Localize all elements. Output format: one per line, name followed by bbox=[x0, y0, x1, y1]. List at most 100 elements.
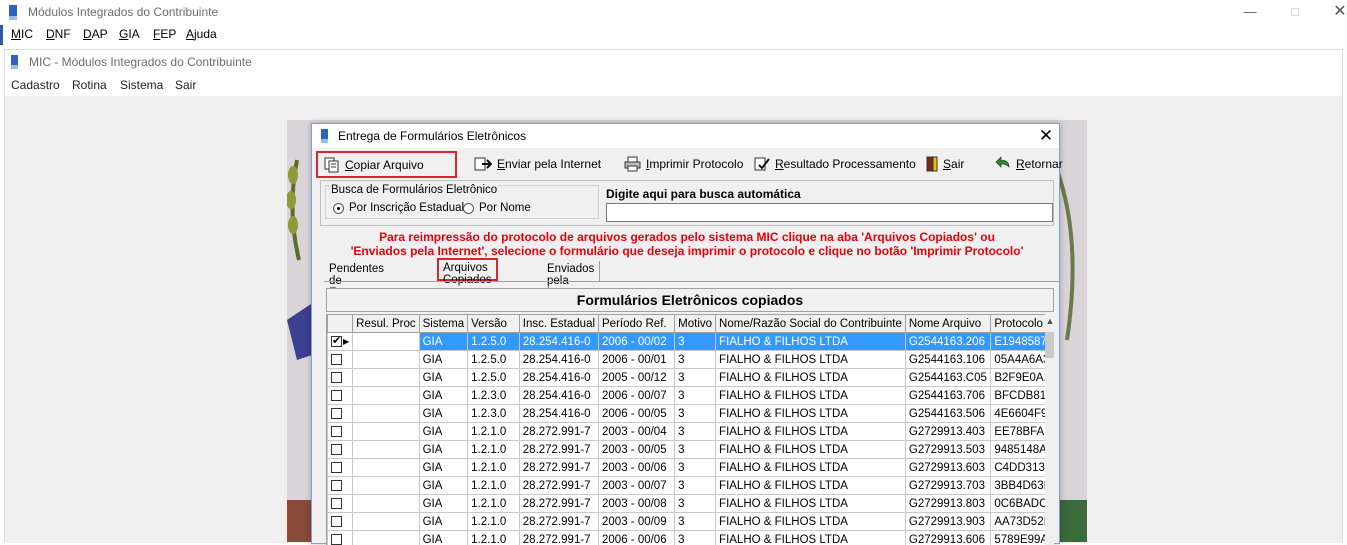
row-checkbox[interactable] bbox=[331, 336, 342, 347]
row-checkbox[interactable] bbox=[331, 444, 342, 455]
menu-cadastro[interactable]: Cadastro bbox=[11, 78, 60, 92]
cell-nome: FIALHO & FILHOS LTDA bbox=[716, 405, 906, 423]
tab-enviados[interactable]: Enviados pela Internet bbox=[542, 261, 600, 281]
exit-button[interactable]: Sair bbox=[920, 152, 970, 176]
row-checkbox[interactable] bbox=[331, 372, 342, 383]
row-checkbox-cell[interactable] bbox=[328, 459, 353, 477]
row-checkbox[interactable] bbox=[331, 462, 342, 473]
menu-sair[interactable]: Sair bbox=[175, 78, 196, 92]
row-checkbox-cell[interactable] bbox=[328, 477, 353, 495]
menu-ajuda[interactable]: Ajuda bbox=[186, 27, 217, 41]
table-row[interactable]: GIA1.2.1.028.272.991-72003 - 00/063FIALH… bbox=[328, 459, 1054, 477]
row-checkbox[interactable] bbox=[331, 408, 342, 419]
col-header-insc[interactable]: Insc. Estadual bbox=[519, 315, 598, 333]
row-checkbox-cell[interactable] bbox=[328, 351, 353, 369]
cell-motivo: 3 bbox=[675, 495, 716, 513]
table-row[interactable]: GIA1.2.1.028.272.991-72003 - 00/083FIALH… bbox=[328, 495, 1054, 513]
scroll-up-icon[interactable]: ▲ bbox=[1045, 316, 1054, 330]
menu-fep[interactable]: FEP bbox=[153, 27, 176, 41]
send-internet-button[interactable]: Enviar pela Internet bbox=[468, 152, 607, 176]
cell-insc: 28.272.991-7 bbox=[519, 423, 598, 441]
cell-resul bbox=[353, 531, 419, 545]
tab-arquivos-copiados[interactable]: Arquivos Copiados bbox=[437, 258, 498, 281]
col-header-motivo[interactable]: Motivo bbox=[675, 315, 716, 333]
col-header-resul[interactable]: Resul. Proc bbox=[353, 315, 419, 333]
cell-sistema: GIA bbox=[419, 495, 468, 513]
copy-file-button[interactable]: Copiar Arquivo bbox=[316, 151, 457, 178]
radio-inscricao-dot[interactable] bbox=[333, 203, 344, 214]
grid-scrollbar[interactable]: ▲ bbox=[1045, 314, 1054, 545]
result-processing-button[interactable]: Resultado Processamento bbox=[748, 152, 922, 176]
scrollbar-thumb[interactable] bbox=[1045, 332, 1054, 358]
row-checkbox[interactable] bbox=[331, 534, 342, 545]
cell-motivo: 3 bbox=[675, 459, 716, 477]
row-checkbox-cell[interactable] bbox=[328, 387, 353, 405]
col-header-periodo[interactable]: Período Ref. bbox=[599, 315, 675, 333]
print-protocol-button[interactable]: Imprimir Protocolo bbox=[618, 152, 749, 176]
cell-sistema: GIA bbox=[419, 405, 468, 423]
table-row[interactable]: GIA1.2.1.028.272.991-72006 - 00/063FIALH… bbox=[328, 531, 1054, 545]
cell-motivo: 3 bbox=[675, 369, 716, 387]
col-header-sistema[interactable]: Sistema bbox=[419, 315, 468, 333]
col-header-nome[interactable]: Nome/Razão Social do Contribuinte bbox=[716, 315, 906, 333]
table-row[interactable]: ▶GIA1.2.5.028.254.416-02006 - 00/023FIAL… bbox=[328, 333, 1054, 351]
table-row[interactable]: GIA1.2.1.028.272.991-72003 - 00/073FIALH… bbox=[328, 477, 1054, 495]
row-checkbox[interactable] bbox=[331, 516, 342, 527]
row-checkbox[interactable] bbox=[331, 480, 342, 491]
dialog-title-bar: Entrega de Formulários Eletrônicos ✕ bbox=[312, 124, 1059, 148]
menu-sistema[interactable]: Sistema bbox=[120, 78, 163, 92]
close-icon[interactable]: ✕ bbox=[1034, 125, 1058, 147]
row-checkbox-cell[interactable]: ▶ bbox=[328, 333, 353, 351]
cell-arquivo: G2544163.206 bbox=[905, 333, 990, 351]
cell-motivo: 3 bbox=[675, 333, 716, 351]
table-row[interactable]: GIA1.2.1.028.272.991-72003 - 00/053FIALH… bbox=[328, 441, 1054, 459]
cell-periodo: 2006 - 00/05 bbox=[599, 405, 675, 423]
row-checkbox-cell[interactable] bbox=[328, 441, 353, 459]
radio-inscricao[interactable]: Por Inscrição Estadual bbox=[333, 202, 464, 214]
cell-insc: 28.272.991-7 bbox=[519, 459, 598, 477]
cell-versao: 1.2.1.0 bbox=[468, 513, 520, 531]
cell-motivo: 3 bbox=[675, 423, 716, 441]
menu-mic[interactable]: MIC bbox=[11, 27, 33, 41]
row-checkbox-cell[interactable] bbox=[328, 369, 353, 387]
menu-rotina[interactable]: Rotina bbox=[72, 78, 107, 92]
close-icon[interactable]: ✕ bbox=[1328, 2, 1347, 22]
cell-arquivo: G2729913.603 bbox=[905, 459, 990, 477]
tab-pendentes[interactable]: Pendentes de Entrega bbox=[324, 261, 389, 281]
return-button[interactable]: Retornar bbox=[989, 152, 1069, 176]
radio-nome-dot[interactable] bbox=[463, 203, 474, 214]
radio-nome[interactable]: Por Nome bbox=[463, 202, 531, 214]
row-checkbox-cell[interactable] bbox=[328, 513, 353, 531]
menu-gia[interactable]: GIA bbox=[119, 27, 140, 41]
table-row[interactable]: GIA1.2.5.028.254.416-02005 - 00/123FIALH… bbox=[328, 369, 1054, 387]
row-checkbox-cell[interactable] bbox=[328, 495, 353, 513]
entrega-dialog: Entrega de Formulários Eletrônicos ✕ Cop… bbox=[311, 123, 1060, 544]
row-checkbox[interactable] bbox=[331, 354, 342, 365]
table-row[interactable]: GIA1.2.3.028.254.416-02006 - 00/073FIALH… bbox=[328, 387, 1054, 405]
auto-search-input[interactable] bbox=[606, 203, 1053, 222]
row-checkbox-cell[interactable] bbox=[328, 531, 353, 545]
col-header-arquivo[interactable]: Nome Arquivo bbox=[905, 315, 990, 333]
col-header-versao[interactable]: Versão bbox=[468, 315, 520, 333]
menu-dap[interactable]: DAP bbox=[83, 27, 108, 41]
cell-versao: 1.2.5.0 bbox=[468, 369, 520, 387]
minimize-icon[interactable]: — bbox=[1238, 2, 1262, 22]
maximize-icon[interactable]: □ bbox=[1283, 2, 1307, 22]
table-row[interactable]: GIA1.2.1.028.272.991-72003 - 00/093FIALH… bbox=[328, 513, 1054, 531]
cell-versao: 1.2.3.0 bbox=[468, 405, 520, 423]
table-row[interactable]: GIA1.2.5.028.254.416-02006 - 00/013FIALH… bbox=[328, 351, 1054, 369]
row-pointer-icon: ▶ bbox=[343, 337, 349, 346]
row-checkbox-cell[interactable] bbox=[328, 405, 353, 423]
row-checkbox[interactable] bbox=[331, 390, 342, 401]
row-checkbox-cell[interactable] bbox=[328, 423, 353, 441]
table-row[interactable]: GIA1.2.3.028.254.416-02006 - 00/053FIALH… bbox=[328, 405, 1054, 423]
cell-arquivo: G2544163.506 bbox=[905, 405, 990, 423]
copy-file-icon bbox=[324, 157, 340, 173]
result-icon bbox=[754, 156, 770, 172]
cell-periodo: 2003 - 00/06 bbox=[599, 459, 675, 477]
table-row[interactable]: GIA1.2.1.028.272.991-72003 - 00/043FIALH… bbox=[328, 423, 1054, 441]
menu-dnf[interactable]: DNF bbox=[46, 27, 71, 41]
app-icon bbox=[8, 5, 18, 20]
row-checkbox[interactable] bbox=[331, 426, 342, 437]
row-checkbox[interactable] bbox=[331, 498, 342, 509]
